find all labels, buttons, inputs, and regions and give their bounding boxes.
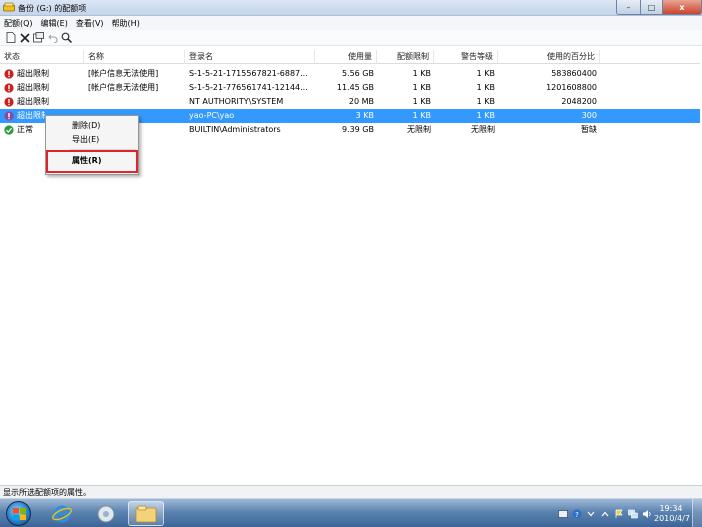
properties-button[interactable] <box>32 31 45 44</box>
clock-time: 19:34 <box>659 504 683 513</box>
close-button[interactable]: x <box>662 0 702 15</box>
chevron-down-icon[interactable] <box>586 509 596 519</box>
cell-warning: 1 KB <box>476 83 495 92</box>
taskbar-ie[interactable] <box>44 501 80 526</box>
internet-explorer-icon <box>52 505 72 522</box>
cell-warning: 1 KB <box>476 97 495 106</box>
cell-percent: 583860400 <box>551 69 597 78</box>
status-bar: 显示所选配额项的属性。 <box>0 485 702 498</box>
menu-bar: 配额(Q) 编辑(E) 查看(V) 帮助(H) <box>0 16 702 30</box>
system-tray: ? <box>554 507 652 521</box>
keyboard-icon[interactable] <box>558 509 568 519</box>
column-header-name[interactable]: 名称 <box>84 50 185 64</box>
cell-login: BUILTIN\Administrators <box>189 125 281 134</box>
properties-icon <box>33 32 44 43</box>
table-row[interactable]: 超出限制 [帐户信息无法使用] S-1-5-21-1715567821-6887… <box>0 67 700 81</box>
cell-warning: 1 KB <box>476 111 495 120</box>
column-header-limit[interactable]: 配额限制 <box>377 50 434 64</box>
taskbar-clock[interactable]: 19:34 2010/4/7 <box>654 504 690 524</box>
cell-login: S-1-5-21-776561741-12144... <box>189 83 308 92</box>
column-header-percent[interactable]: 使用的百分比 <box>498 50 600 64</box>
clock-date: 2010/4/7 <box>654 514 690 523</box>
taskbar: ? 19:34 2010/4/7 <box>0 498 702 527</box>
cell-used: 3 KB <box>355 111 374 120</box>
column-header-warning[interactable]: 警告等级 <box>434 50 498 64</box>
show-hidden-icons-arrow-icon[interactable] <box>600 509 610 519</box>
new-entry-button[interactable] <box>4 31 17 44</box>
error-icon <box>4 83 14 93</box>
cell-login: S-1-5-21-1715567821-6887... <box>189 69 308 78</box>
folder-icon <box>135 505 157 522</box>
quota-entries-window: 备份 (G:) 的配额项 – □ x 配额(Q) 编辑(E) 查看(V) 帮助(… <box>0 0 702 498</box>
cell-limit: 1 KB <box>412 111 431 120</box>
taskbar-explorer-active[interactable] <box>128 501 164 526</box>
cell-percent: 1201608800 <box>546 83 597 92</box>
delete-x-icon <box>19 32 30 43</box>
column-header-used[interactable]: 使用量 <box>315 50 377 64</box>
start-button[interactable] <box>6 501 31 526</box>
title-bar[interactable]: 备份 (G:) 的配额项 – □ x <box>0 0 702 16</box>
cell-used: 20 MB <box>348 97 374 106</box>
media-player-icon <box>97 505 115 522</box>
maximize-button[interactable]: □ <box>640 0 662 15</box>
disk-icon <box>3 2 15 12</box>
menu-view[interactable]: 查看(V) <box>76 18 104 29</box>
find-button[interactable] <box>60 31 73 44</box>
menu-edit[interactable]: 编辑(E) <box>41 18 68 29</box>
cell-percent: 暂缺 <box>581 125 597 134</box>
help-icon[interactable]: ? <box>572 509 582 519</box>
error-icon <box>4 111 14 121</box>
list-header: 状态 名称 登录名 使用量 配额限制 警告等级 使用的百分比 <box>0 50 700 64</box>
search-icon <box>61 32 72 43</box>
minimize-button[interactable]: – <box>616 0 640 15</box>
undo-icon <box>47 34 57 43</box>
cell-percent: 2048200 <box>561 97 597 106</box>
cell-status: 超出限制 <box>17 111 45 120</box>
new-document-icon <box>6 32 15 43</box>
window-controls: – □ x <box>616 0 702 16</box>
status-text: 显示所选配额项的属性。 <box>3 488 91 497</box>
cell-limit: 无限制 <box>407 125 431 134</box>
context-menu-export[interactable]: 导出(E) <box>46 133 138 147</box>
volume-icon[interactable] <box>642 509 652 519</box>
cell-used: 5.56 GB <box>341 69 374 78</box>
cell-name: [帐户信息无法使用] <box>88 83 159 92</box>
ok-icon <box>4 125 14 135</box>
window-title: 备份 (G:) 的配额项 <box>18 4 87 13</box>
cell-status: 超出限制 <box>17 83 49 92</box>
cell-limit: 1 KB <box>412 97 431 106</box>
cell-limit: 1 KB <box>412 69 431 78</box>
table-row[interactable]: 超出限制 [帐户信息无法使用] S-1-5-21-776561741-12144… <box>0 81 700 95</box>
cell-login: NT AUTHORITY\SYSTEM <box>189 97 284 106</box>
cell-warning: 无限制 <box>471 125 495 134</box>
cell-percent: 300 <box>581 111 597 120</box>
svg-text:?: ? <box>575 511 579 519</box>
table-row[interactable]: 超出限制 NT AUTHORITY\SYSTEM 20 MB 1 KB 1 KB… <box>0 95 700 109</box>
column-header-login[interactable]: 登录名 <box>185 50 315 64</box>
cell-status: 超出限制 <box>17 69 49 78</box>
cell-used: 9.39 GB <box>341 125 374 134</box>
cell-used: 11.45 GB <box>336 83 374 92</box>
toolbar <box>0 30 702 46</box>
show-desktop-button[interactable] <box>692 499 702 527</box>
cell-warning: 1 KB <box>476 69 495 78</box>
cell-name <box>88 95 184 109</box>
action-center-flag-icon[interactable] <box>614 509 624 519</box>
network-icon[interactable] <box>628 509 638 519</box>
cell-login: yao-PC\yao <box>189 111 235 120</box>
cell-name: [帐户信息无法使用] <box>88 69 159 78</box>
column-header-status[interactable]: 状态 <box>0 50 84 64</box>
menu-quota[interactable]: 配额(Q) <box>4 18 33 29</box>
context-menu-delete[interactable]: 删除(D) <box>46 119 138 133</box>
error-icon <box>4 69 14 79</box>
delete-button[interactable] <box>18 31 31 44</box>
properties-highlight-box <box>46 150 138 173</box>
windows-logo-icon <box>13 508 26 520</box>
menu-help[interactable]: 帮助(H) <box>112 18 140 29</box>
cell-limit: 1 KB <box>412 83 431 92</box>
cell-status: 超出限制 <box>17 97 49 106</box>
taskbar-media-player[interactable] <box>88 501 124 526</box>
undo-button[interactable] <box>46 31 59 44</box>
error-icon <box>4 97 14 107</box>
